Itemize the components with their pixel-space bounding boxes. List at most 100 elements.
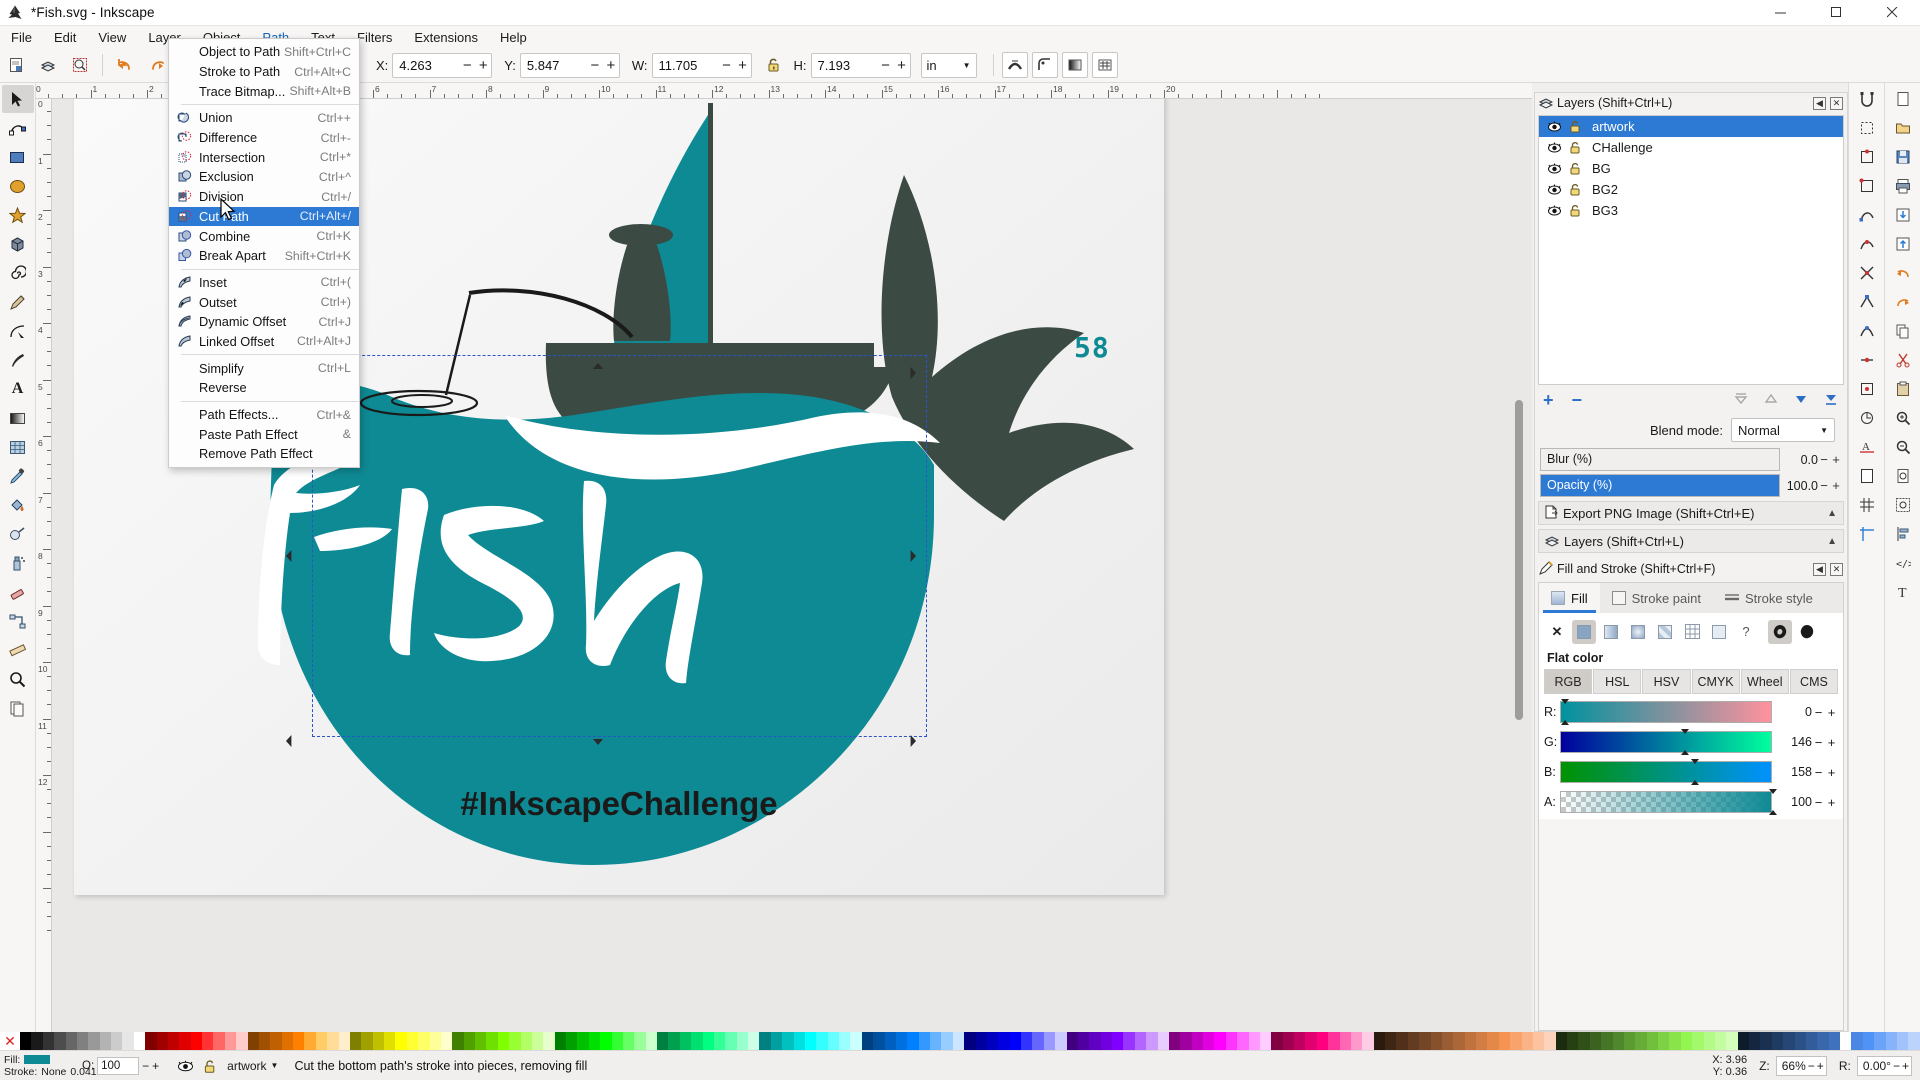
palette-swatch[interactable] — [418, 1032, 430, 1050]
ellipse-tool[interactable] — [2, 172, 34, 200]
layer-row-challenge[interactable]: CHallenge — [1539, 137, 1843, 158]
lock-open-icon[interactable] — [1564, 141, 1586, 154]
palette-swatch[interactable] — [554, 1032, 566, 1050]
zoom-fit-page-icon[interactable] — [1888, 462, 1918, 490]
color-mode-cms[interactable]: CMS — [1789, 669, 1839, 694]
menu-item-stroke-to-path[interactable]: Stroke to Path Ctrl+Alt+C — [169, 62, 359, 82]
eye-icon[interactable] — [1544, 184, 1564, 195]
gradient-tool[interactable] — [2, 404, 34, 432]
mesh-gradient-tool[interactable] — [2, 433, 34, 461]
tab-stroke-style[interactable]: Stroke style — [1713, 583, 1825, 613]
opacity-slider[interactable]: Opacity (%) — [1540, 474, 1780, 497]
connector-tool[interactable] — [2, 607, 34, 635]
zoom-in-icon[interactable] — [1888, 404, 1918, 432]
calligraphy-tool[interactable] — [2, 346, 34, 374]
spiral-tool[interactable] — [2, 259, 34, 287]
palette-swatch[interactable] — [111, 1032, 123, 1050]
palette-swatch[interactable] — [645, 1032, 657, 1050]
palette-swatch[interactable] — [986, 1032, 999, 1050]
x-spinbox[interactable]: − + — [392, 52, 493, 78]
palette-swatch[interactable] — [611, 1032, 623, 1050]
palette-swatch[interactable] — [1225, 1032, 1238, 1050]
palette-swatch[interactable] — [42, 1032, 55, 1050]
eye-icon[interactable] — [1544, 163, 1564, 174]
palette-swatch[interactable] — [156, 1032, 168, 1050]
palette-swatch[interactable] — [566, 1032, 578, 1050]
opacity-indicator-value[interactable]: 100 — [97, 1056, 140, 1075]
new-document-icon[interactable] — [1888, 85, 1918, 113]
opacity-increment[interactable]: + — [1830, 478, 1842, 493]
menu-item-break-apart[interactable]: Break Apart Shift+Ctrl+K — [169, 246, 359, 266]
palette-swatch[interactable] — [384, 1032, 396, 1050]
align-objects-icon[interactable] — [1888, 520, 1918, 548]
vertical-ruler[interactable]: 0 1 2 3 4 5 6 7 8 9 10 11 12 — [36, 99, 52, 1032]
rotation-field[interactable]: 0.00° − + — [1856, 1055, 1912, 1076]
palette-swatch[interactable] — [1191, 1032, 1203, 1050]
fill-indicator-swatch[interactable] — [24, 1055, 51, 1064]
snap-guide-icon[interactable] — [1852, 520, 1882, 548]
palette-swatch[interactable] — [1419, 1032, 1431, 1050]
menu-help[interactable]: Help — [489, 26, 538, 48]
palette-swatch[interactable] — [236, 1032, 248, 1050]
palette-swatch[interactable] — [543, 1032, 555, 1050]
palette-none-swatch[interactable]: ✕ — [0, 1032, 20, 1050]
menu-item-simplify[interactable]: Simplify Ctrl+L — [169, 358, 359, 378]
palette-swatch[interactable] — [1510, 1032, 1522, 1050]
stroke-indicator-row[interactable]: Stroke: None 0.0412 — [4, 1066, 103, 1078]
snap-object-center-icon[interactable] — [1852, 375, 1882, 403]
snap-page-border-icon[interactable] — [1852, 462, 1882, 490]
menu-item-trace-bitmap[interactable]: Trace Bitmap... Shift+Alt+B — [169, 81, 359, 101]
palette-swatch[interactable] — [713, 1032, 726, 1050]
palette-swatch[interactable] — [258, 1032, 271, 1050]
palette-swatch[interactable] — [497, 1032, 510, 1050]
menu-edit[interactable]: Edit — [43, 26, 87, 48]
palette-swatch[interactable] — [1498, 1032, 1511, 1050]
remove-layer-button[interactable]: − — [1572, 390, 1583, 411]
palette-swatch[interactable] — [338, 1032, 350, 1050]
palette-swatch[interactable] — [1043, 1032, 1056, 1050]
palette-swatch[interactable] — [1021, 1032, 1033, 1050]
w-spinbox[interactable]: − + — [651, 52, 752, 78]
palette-swatch[interactable] — [1692, 1032, 1704, 1050]
palette-swatch[interactable] — [1203, 1032, 1215, 1050]
import-icon[interactable] — [1888, 201, 1918, 229]
palette-swatch[interactable] — [1339, 1032, 1351, 1050]
layer-visibility-toggle[interactable] — [173, 1060, 197, 1072]
palette-swatch[interactable] — [1749, 1032, 1761, 1050]
palette-swatch[interactable] — [668, 1032, 680, 1050]
palette-swatch[interactable] — [76, 1032, 89, 1050]
panel-close-button[interactable]: ✕ — [1830, 96, 1843, 110]
maximize-button[interactable] — [1808, 0, 1864, 26]
palette-swatch[interactable] — [1714, 1032, 1727, 1050]
channel-red-slider[interactable] — [1560, 699, 1772, 725]
rotation-increment[interactable]: + — [1902, 1059, 1909, 1073]
no-paint-button[interactable]: ✕ — [1545, 620, 1569, 644]
text-and-font-icon[interactable]: T — [1888, 578, 1918, 606]
selector-tool[interactable] — [1, 85, 34, 113]
color-palette[interactable]: ✕ — [0, 1032, 1920, 1050]
x-increment[interactable]: + — [475, 54, 491, 77]
palette-swatch[interactable] — [475, 1032, 487, 1050]
palette-swatch[interactable] — [1680, 1032, 1693, 1050]
menu-item-combine[interactable]: Combine Ctrl+K — [169, 226, 359, 246]
palette-swatch[interactable] — [1396, 1032, 1408, 1050]
palette-swatch[interactable] — [1100, 1032, 1112, 1050]
eye-icon[interactable] — [1544, 121, 1564, 132]
palette-swatch[interactable] — [179, 1032, 191, 1050]
layer-row-bg2[interactable]: BG2 — [1539, 179, 1843, 200]
palette-swatch[interactable] — [1248, 1032, 1260, 1050]
palette-swatch[interactable] — [65, 1032, 77, 1050]
palette-swatch[interactable] — [1157, 1032, 1169, 1050]
palette-swatch[interactable] — [1282, 1032, 1294, 1050]
palette-swatch[interactable] — [839, 1032, 851, 1050]
palette-swatch[interactable] — [1794, 1032, 1806, 1050]
star-tool[interactable] — [2, 201, 34, 229]
menu-item-dynamic-offset[interactable]: Dynamic Offset Ctrl+J — [169, 312, 359, 332]
palette-swatch[interactable] — [20, 1032, 32, 1050]
channel-alpha-decrement[interactable]: − — [1812, 795, 1825, 810]
palette-swatch[interactable] — [1840, 1032, 1851, 1050]
layers-dialog-icon[interactable] — [34, 51, 62, 79]
palette-swatch[interactable] — [1180, 1032, 1192, 1050]
channel-red-decrement[interactable]: − — [1812, 705, 1825, 720]
palette-swatch[interactable] — [998, 1032, 1010, 1050]
